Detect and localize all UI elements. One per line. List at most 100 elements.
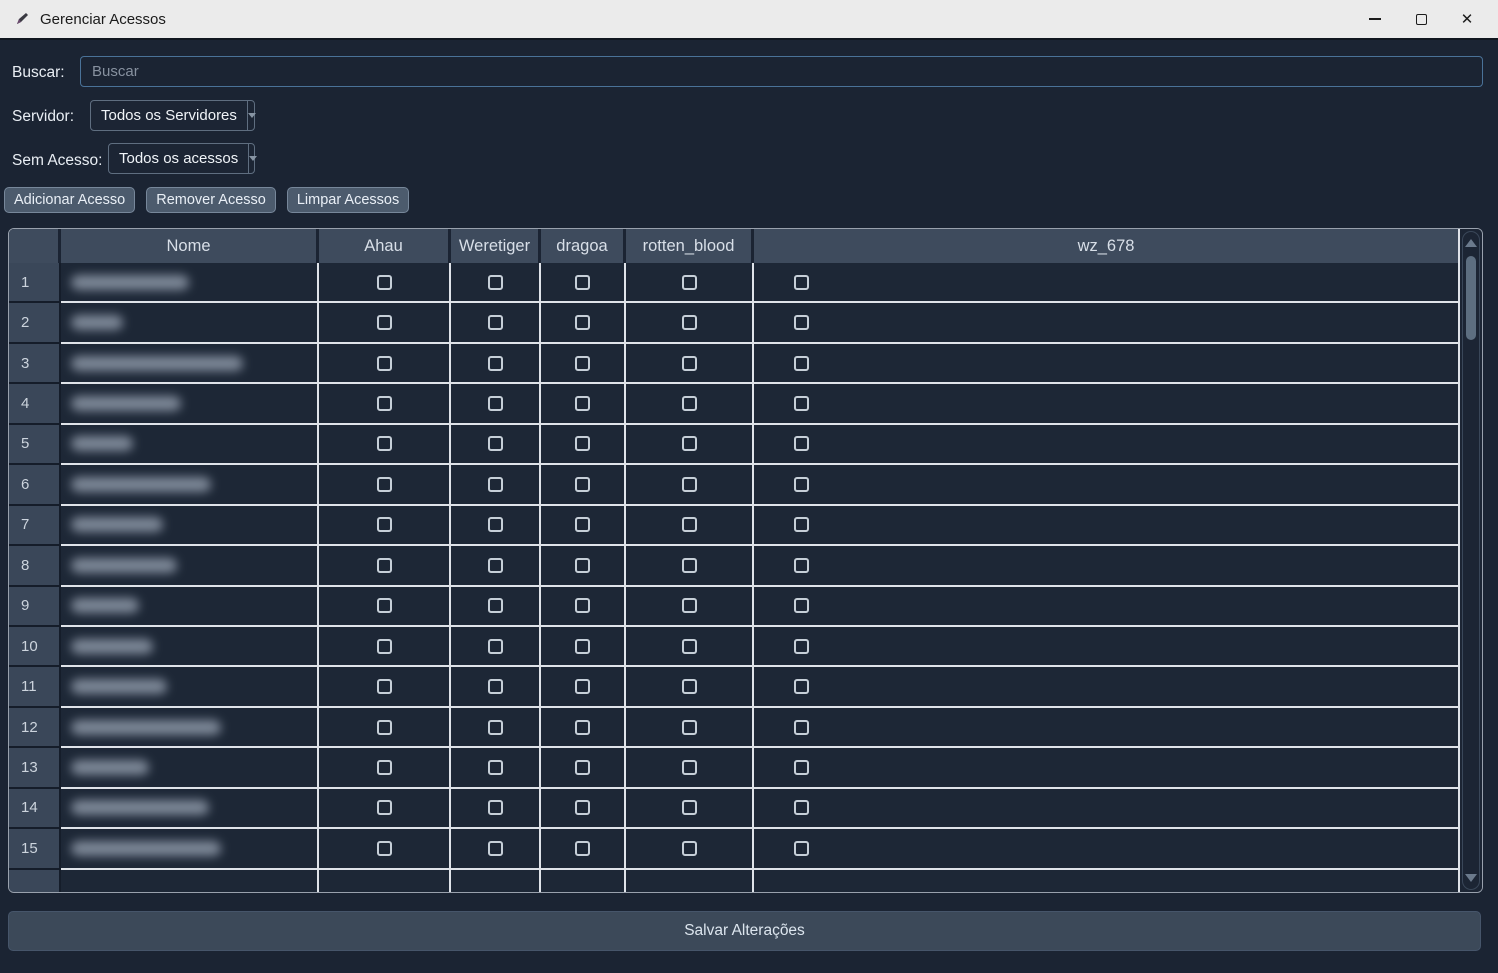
access-checkbox[interactable] bbox=[488, 598, 503, 613]
remove-access-button[interactable]: Remover Acesso bbox=[146, 187, 276, 213]
player-name-cell[interactable] bbox=[61, 667, 319, 707]
vertical-scrollbar[interactable] bbox=[1458, 229, 1482, 892]
server-dropdown[interactable]: Todos os Servidores bbox=[90, 100, 255, 131]
access-checkbox[interactable] bbox=[794, 841, 809, 856]
access-checkbox[interactable] bbox=[682, 639, 697, 654]
access-checkbox[interactable] bbox=[488, 356, 503, 371]
access-checkbox[interactable] bbox=[794, 356, 809, 371]
access-checkbox[interactable] bbox=[575, 800, 590, 815]
access-checkbox[interactable] bbox=[377, 760, 392, 775]
player-name-cell[interactable] bbox=[61, 344, 319, 384]
column-header-nome[interactable]: Nome bbox=[61, 229, 319, 263]
row-number-cell[interactable]: 4 bbox=[9, 384, 61, 424]
row-number-cell[interactable]: 13 bbox=[9, 748, 61, 788]
access-checkbox[interactable] bbox=[488, 315, 503, 330]
access-checkbox[interactable] bbox=[794, 679, 809, 694]
access-checkbox[interactable] bbox=[682, 356, 697, 371]
access-checkbox[interactable] bbox=[682, 275, 697, 290]
access-checkbox[interactable] bbox=[575, 558, 590, 573]
access-checkbox[interactable] bbox=[488, 800, 503, 815]
access-checkbox[interactable] bbox=[488, 477, 503, 492]
access-checkbox[interactable] bbox=[575, 275, 590, 290]
player-name-cell[interactable] bbox=[61, 384, 319, 424]
column-header-weretiger[interactable]: Weretiger bbox=[451, 229, 541, 263]
access-checkbox[interactable] bbox=[794, 760, 809, 775]
access-checkbox[interactable] bbox=[575, 436, 590, 451]
row-number-cell[interactable] bbox=[9, 870, 61, 892]
scroll-down-button[interactable] bbox=[1463, 867, 1479, 889]
access-checkbox[interactable] bbox=[575, 396, 590, 411]
access-checkbox[interactable] bbox=[377, 477, 392, 492]
access-checkbox[interactable] bbox=[794, 477, 809, 492]
access-checkbox[interactable] bbox=[575, 720, 590, 735]
access-checkbox[interactable] bbox=[575, 598, 590, 613]
access-checkbox[interactable] bbox=[794, 275, 809, 290]
access-checkbox[interactable] bbox=[682, 477, 697, 492]
column-header-rownum[interactable] bbox=[9, 229, 61, 263]
row-number-cell[interactable]: 10 bbox=[9, 627, 61, 667]
server-dropdown-arrow[interactable] bbox=[247, 101, 256, 130]
access-checkbox[interactable] bbox=[377, 396, 392, 411]
access-checkbox[interactable] bbox=[377, 639, 392, 654]
access-checkbox[interactable] bbox=[682, 800, 697, 815]
access-checkbox[interactable] bbox=[794, 800, 809, 815]
access-checkbox[interactable] bbox=[377, 436, 392, 451]
row-number-cell[interactable]: 12 bbox=[9, 708, 61, 748]
close-button[interactable]: ✕ bbox=[1444, 0, 1490, 38]
access-checkbox[interactable] bbox=[377, 315, 392, 330]
player-name-cell[interactable] bbox=[61, 263, 319, 303]
access-checkbox[interactable] bbox=[377, 598, 392, 613]
player-name-cell[interactable] bbox=[61, 587, 319, 627]
save-changes-button[interactable]: Salvar Alterações bbox=[8, 911, 1481, 951]
scrollbar-track[interactable] bbox=[1463, 254, 1479, 867]
access-checkbox[interactable] bbox=[794, 315, 809, 330]
row-number-cell[interactable]: 6 bbox=[9, 465, 61, 505]
access-checkbox[interactable] bbox=[575, 760, 590, 775]
row-number-cell[interactable]: 2 bbox=[9, 303, 61, 343]
access-checkbox[interactable] bbox=[794, 558, 809, 573]
access-checkbox[interactable] bbox=[682, 841, 697, 856]
access-checkbox[interactable] bbox=[377, 720, 392, 735]
row-number-cell[interactable]: 7 bbox=[9, 506, 61, 546]
access-checkbox[interactable] bbox=[575, 477, 590, 492]
access-checkbox[interactable] bbox=[682, 558, 697, 573]
access-checkbox[interactable] bbox=[488, 841, 503, 856]
row-number-cell[interactable]: 14 bbox=[9, 789, 61, 829]
access-checkbox[interactable] bbox=[377, 679, 392, 694]
access-checkbox[interactable] bbox=[377, 275, 392, 290]
player-name-cell[interactable] bbox=[61, 789, 319, 829]
access-checkbox[interactable] bbox=[488, 720, 503, 735]
scroll-up-button[interactable] bbox=[1463, 232, 1479, 254]
column-header-rotten_blood[interactable]: rotten_blood bbox=[626, 229, 754, 263]
row-number-cell[interactable]: 11 bbox=[9, 667, 61, 707]
access-checkbox[interactable] bbox=[377, 517, 392, 532]
row-number-cell[interactable]: 8 bbox=[9, 546, 61, 586]
access-checkbox[interactable] bbox=[488, 517, 503, 532]
column-header-ahau[interactable]: Ahau bbox=[319, 229, 451, 263]
row-number-cell[interactable]: 9 bbox=[9, 587, 61, 627]
row-number-cell[interactable]: 3 bbox=[9, 344, 61, 384]
access-checkbox[interactable] bbox=[794, 517, 809, 532]
minimize-button[interactable] bbox=[1352, 0, 1398, 38]
access-checkbox[interactable] bbox=[794, 598, 809, 613]
access-checkbox[interactable] bbox=[682, 598, 697, 613]
player-name-cell[interactable] bbox=[61, 708, 319, 748]
access-checkbox[interactable] bbox=[682, 679, 697, 694]
player-name-cell[interactable] bbox=[61, 303, 319, 343]
row-number-cell[interactable]: 5 bbox=[9, 425, 61, 465]
column-header-wz_678[interactable]: wz_678 bbox=[754, 229, 1458, 263]
access-dropdown[interactable]: Todos os acessos bbox=[108, 143, 255, 174]
player-name-cell[interactable] bbox=[61, 465, 319, 505]
player-name-cell[interactable] bbox=[61, 506, 319, 546]
access-checkbox[interactable] bbox=[794, 396, 809, 411]
access-dropdown-arrow[interactable] bbox=[248, 144, 257, 173]
access-checkbox[interactable] bbox=[377, 356, 392, 371]
access-checkbox[interactable] bbox=[488, 760, 503, 775]
player-name-cell[interactable] bbox=[61, 546, 319, 586]
player-name-cell[interactable] bbox=[61, 425, 319, 465]
access-checkbox[interactable] bbox=[575, 517, 590, 532]
access-checkbox[interactable] bbox=[682, 517, 697, 532]
search-input[interactable] bbox=[80, 56, 1483, 87]
row-number-cell[interactable]: 1 bbox=[9, 263, 61, 303]
player-name-cell[interactable] bbox=[61, 627, 319, 667]
